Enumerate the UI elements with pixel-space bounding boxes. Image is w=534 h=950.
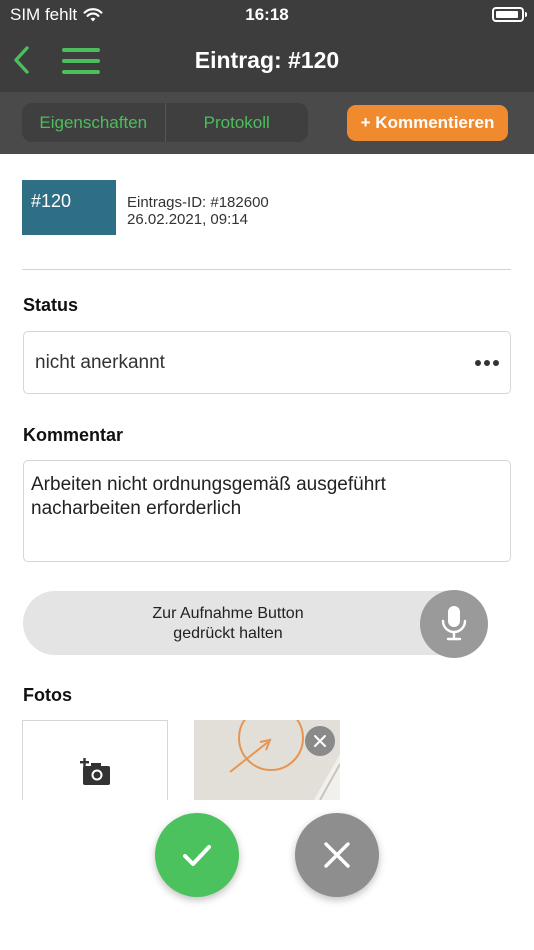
record-hint-line: gedrückt halten (173, 625, 283, 642)
entry-number-badge: #120 (22, 180, 116, 235)
comment-label: Kommentar (23, 425, 124, 445)
clock: 16:18 (245, 5, 289, 24)
entry-date: 26.02.2021, 09:14 (127, 211, 248, 228)
segmented-control: Eigenschaften Protokoll (22, 103, 308, 142)
comment-line: Arbeiten nicht ordnungsgemäß ausgeführt (31, 474, 386, 495)
navigation-bar: Eintrag: #120 (0, 30, 534, 92)
photos-label: Fotos (23, 685, 72, 705)
status-label: Status (23, 295, 79, 315)
cancel-button[interactable] (295, 813, 379, 897)
status-bar: SIM fehlt 16:18 (0, 0, 534, 30)
confirm-button[interactable] (155, 813, 239, 897)
divider (22, 269, 511, 270)
add-photo-button[interactable] (22, 720, 168, 800)
entry-id: Eintrags-ID: #182600 (127, 194, 269, 211)
more-options-icon[interactable] (475, 360, 499, 366)
voice-record-bar[interactable]: Zur Aufnahme Button gedrückt halten (23, 591, 487, 655)
comment-line: nacharbeiten erforderlich (31, 498, 242, 519)
remove-photo-button[interactable] (305, 726, 335, 756)
close-icon (314, 735, 326, 747)
tab-bar: Eigenschaften Protokoll + Kommentieren (0, 92, 534, 154)
status-select[interactable]: nicht anerkannt (23, 331, 511, 394)
tab-protokoll[interactable]: Protokoll (164, 103, 309, 142)
record-hint-line: Zur Aufnahme Button (152, 605, 304, 622)
close-icon (324, 842, 350, 868)
page-title: Eintrag: #120 (194, 47, 340, 73)
add-camera-icon (80, 758, 110, 785)
battery-icon (492, 7, 527, 22)
record-hint: Zur Aufnahme Button gedrückt halten (83, 604, 373, 644)
microphone-button[interactable] (420, 590, 488, 658)
add-comment-button[interactable]: + Kommentieren (347, 105, 508, 141)
comment-textarea[interactable]: Arbeiten nicht ordnungsgemäß ausgeführt … (23, 460, 511, 562)
tab-eigenschaften[interactable]: Eigenschaften (22, 103, 165, 142)
entry-meta: Eintrags-ID: #182600 26.02.2021, 09:14 (127, 194, 269, 228)
microphone-icon (441, 606, 467, 641)
checkmark-icon (183, 845, 211, 866)
status-value: nicht anerkannt (35, 352, 165, 373)
